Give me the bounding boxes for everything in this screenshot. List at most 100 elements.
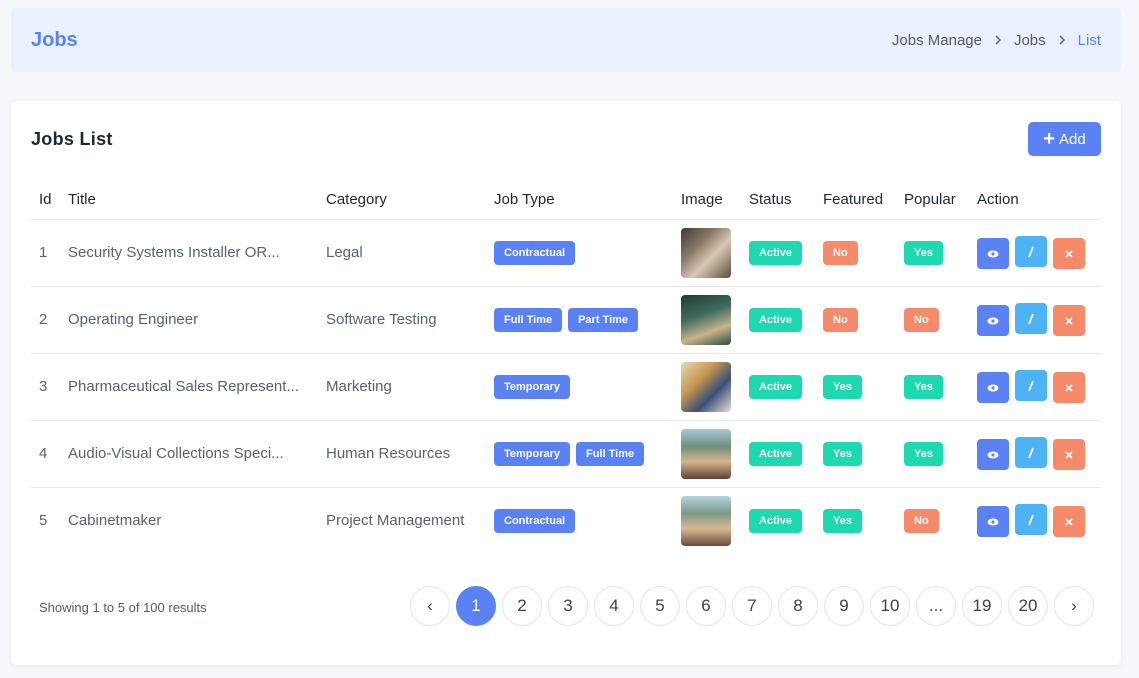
cell-category: Software Testing [326,286,494,354]
next-page-button[interactable]: › [1054,586,1094,626]
cell-id: 3 [31,353,68,421]
close-icon [1065,518,1073,526]
page-button-6[interactable]: 6 [686,586,726,626]
close-icon [1065,249,1073,258]
breadcrumb-jobs[interactable]: Jobs [1014,32,1046,49]
breadcrumb: Jobs Manage Jobs List [892,32,1101,49]
view-button[interactable] [977,238,1009,269]
cell-category: Legal [326,219,494,287]
eye-icon [987,317,999,324]
cell-id: 2 [31,286,68,354]
edit-button[interactable] [1015,236,1047,267]
page-button-20[interactable]: 20 [1008,586,1048,626]
cell-id: 5 [39,512,48,530]
col-header-status: Status [749,181,823,220]
cell-title: Operating Engineer [68,311,199,328]
page-button-10[interactable]: 10 [870,586,910,626]
delete-button[interactable] [1053,238,1085,269]
breadcrumb-jobs-manage[interactable]: Jobs Manage [892,32,982,49]
table-row: 1 Security Systems Installer OR... Legal… [31,219,1101,287]
col-header-action: Action [977,181,1101,220]
cell-title: Cabinetmaker [68,512,162,530]
status-badge: Active [749,307,803,332]
cell-title: Security Systems Installer OR... [68,244,280,261]
col-header-title: Title [68,181,326,220]
status-badge: Active [749,240,803,265]
edit-button[interactable] [1015,370,1047,401]
page-button-8[interactable]: 8 [778,586,818,626]
page-button-2[interactable]: 2 [502,586,542,626]
jobs-table: Id Title Category Job Type Image Status … [31,181,1101,554]
edit-button[interactable] [1015,504,1047,536]
col-header-featured: Featured [823,181,904,220]
featured-badge: Yes [823,374,862,399]
add-button[interactable]: + Add [1028,122,1101,156]
delete-button[interactable] [1053,506,1085,538]
page-button-5[interactable]: 5 [640,586,680,626]
delete-button[interactable] [1053,305,1085,336]
plus-icon: + [1043,128,1055,150]
edit-button[interactable] [1015,303,1047,334]
cell-title: Audio-Visual Collections Speci... [68,445,284,462]
view-button[interactable] [977,305,1009,336]
status-badge: Active [749,374,803,399]
job-image [681,227,731,278]
pagination: ‹ 1 2 3 4 5 6 7 8 9 10 ... 19 20 › [410,586,1100,626]
close-icon [1065,450,1073,459]
col-header-job-type: Job Type [494,181,681,220]
cell-id: 1 [31,219,68,287]
popular-badge: Yes [904,441,943,466]
edit-button[interactable] [1015,437,1047,468]
eye-icon [987,384,999,391]
chevron-right-icon [1058,32,1066,48]
page-title: Jobs [31,28,78,51]
cell-category: Project Management [326,512,465,530]
page-ellipsis: ... [916,586,956,626]
page-button-19[interactable]: 19 [962,586,1002,626]
table-row: 4 Audio-Visual Collections Speci... Huma… [31,420,1101,488]
page-button-3[interactable]: 3 [548,586,588,626]
prev-page-button[interactable]: ‹ [410,586,450,626]
pencil-icon [1028,447,1034,458]
job-image [681,294,731,345]
table-row: 2 Operating Engineer Software Testing Fu… [31,286,1101,354]
featured-badge: No [823,307,858,332]
jobs-card: Jobs List + Add Id Title Category Job Ty… [11,101,1121,665]
popular-badge: No [904,508,939,533]
page-button-1[interactable]: 1 [456,586,496,626]
cell-category: Human Resources [326,420,494,488]
status-badge: Active [749,508,803,533]
job-type-badge: Contractual [494,240,576,265]
pencil-icon [1028,246,1034,257]
close-icon [1065,383,1073,392]
table-row: 5 Cabinetmaker Project Management Contra… [31,487,1101,554]
col-header-category: Category [326,181,494,220]
job-type-badge: Full Time [494,307,563,332]
page-header: Jobs Jobs Manage Jobs List [11,8,1121,72]
page-button-7[interactable]: 7 [732,586,772,626]
popular-badge: Yes [904,374,943,399]
eye-icon [987,250,999,257]
col-header-id: Id [31,181,68,220]
table-header-row: Id Title Category Job Type Image Status … [31,181,1101,220]
table-row: 3 Pharmaceutical Sales Represent... Mark… [31,353,1101,421]
page-button-4[interactable]: 4 [594,586,634,626]
page-button-9[interactable]: 9 [824,586,864,626]
job-type-badge: Part Time [568,307,639,332]
col-header-image: Image [681,181,749,220]
col-header-popular: Popular [904,181,977,220]
job-type-badge: Temporary [494,374,571,399]
job-image [681,428,731,479]
job-image [681,495,731,546]
job-type-badge: Full Time [576,441,645,466]
cell-id: 4 [31,420,68,488]
view-button[interactable] [977,439,1009,470]
eye-icon [987,451,999,458]
cell-category: Marketing [326,353,494,421]
view-button[interactable] [977,506,1009,538]
featured-badge: Yes [823,441,862,466]
delete-button[interactable] [1053,372,1085,403]
view-button[interactable] [977,372,1009,403]
featured-badge: Yes [823,508,862,533]
delete-button[interactable] [1053,439,1085,470]
